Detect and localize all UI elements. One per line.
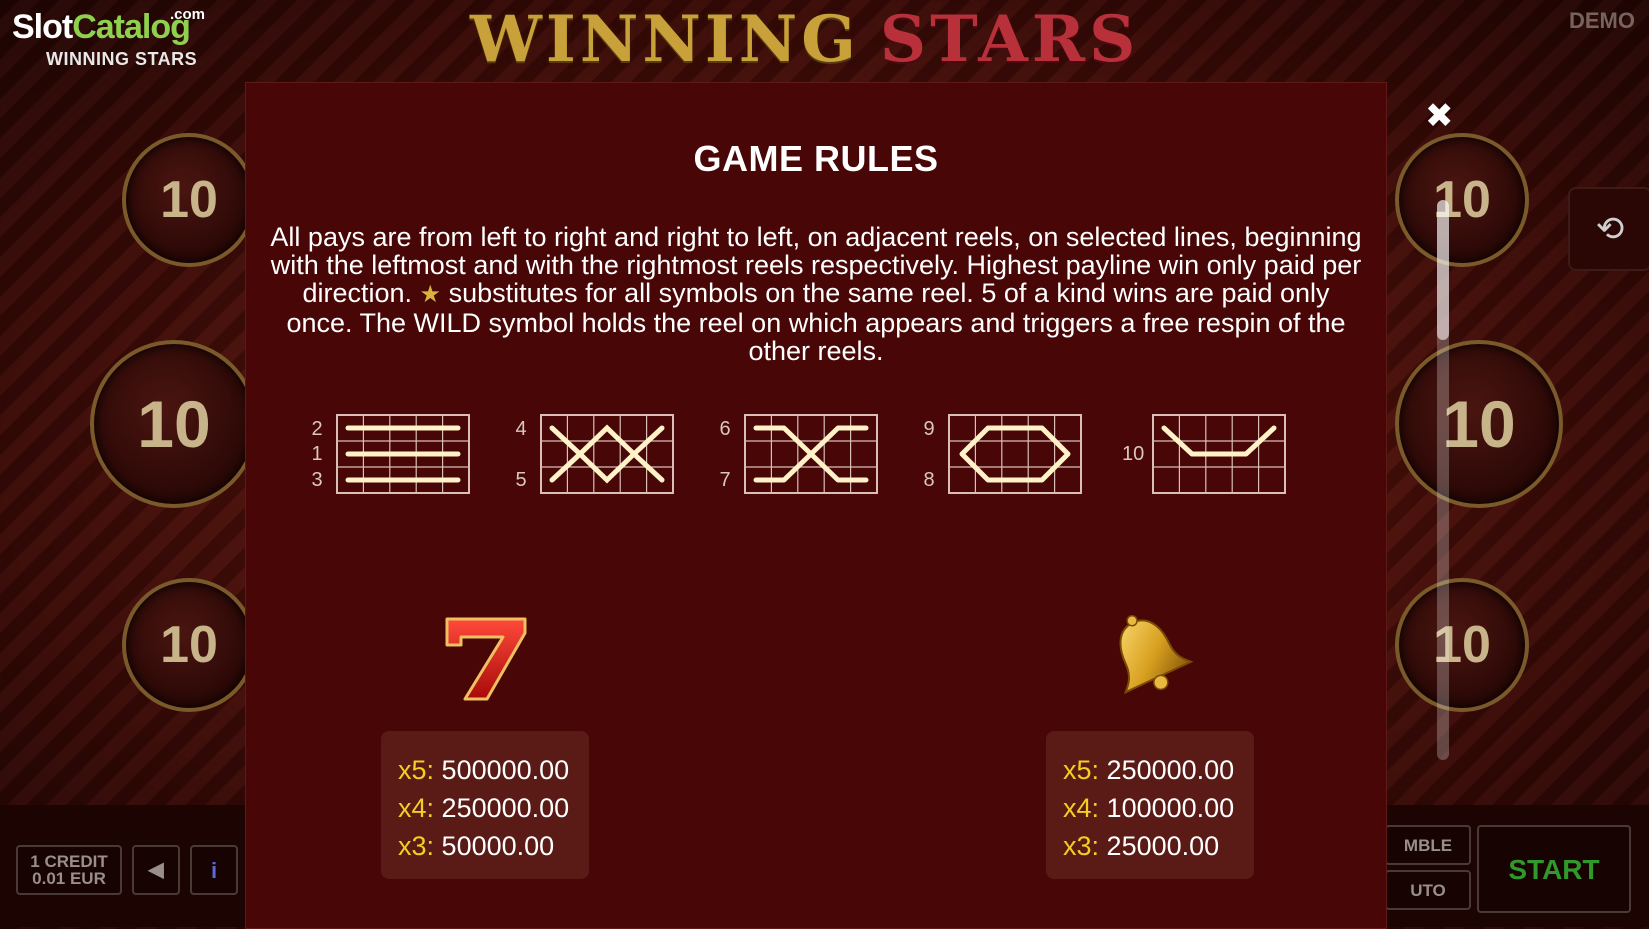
payline-numbers: 9 8 <box>918 408 940 498</box>
payline-number: 2 <box>311 418 323 440</box>
rules-text-part2: substitutes for all symbols on the same … <box>286 278 1346 366</box>
payline-number: 10 <box>1122 443 1145 465</box>
history-button[interactable]: ⟲ <box>1568 187 1649 271</box>
payline-grid-5 <box>1152 414 1286 494</box>
payout-value: 100000.00 <box>1106 793 1235 823</box>
payline-grid-4 <box>948 414 1082 494</box>
info-icon: i <box>210 857 218 883</box>
close-button[interactable]: ✖ <box>1425 96 1454 136</box>
payline-number: 8 <box>923 469 935 491</box>
bet-coin-left-top[interactable]: 10 <box>122 133 256 267</box>
payout-row: x4: 250000.00 <box>398 793 569 824</box>
history-icon: ⟲ <box>1595 209 1625 249</box>
payline-group-4: 9 8 <box>918 408 1128 498</box>
bet-coin-right-bottom[interactable]: 10 <box>1395 578 1529 712</box>
seven-icon <box>441 613 531 703</box>
speaker-icon: ◀ <box>148 858 164 881</box>
sound-button[interactable]: ◀ <box>132 845 180 895</box>
modal-title: GAME RULES <box>693 138 939 179</box>
payline-number: 6 <box>719 418 731 440</box>
bet-coin-right-top[interactable]: 10 <box>1395 133 1529 267</box>
game-rules-modal: GAME RULES All pays are from left to rig… <box>245 82 1387 929</box>
payout-value: 25000.00 <box>1106 831 1220 861</box>
payline-grid-2 <box>540 414 674 494</box>
bet-coin-left-bottom[interactable]: 10 <box>122 578 256 712</box>
payline-numbers: 10 <box>1122 408 1144 498</box>
payline-number: 3 <box>311 469 323 491</box>
payline-numbers: 4 5 <box>510 408 532 498</box>
payline-number: 5 <box>515 469 527 491</box>
payline-numbers: 2 1 3 <box>306 408 328 498</box>
payout-multiplier: x3: <box>398 831 435 861</box>
wild-star-icon: ★ <box>419 281 442 308</box>
payout-row: x5: 250000.00 <box>1063 755 1234 786</box>
credit-line2: 0.01 EUR <box>32 869 106 888</box>
start-button[interactable]: START <box>1477 825 1631 913</box>
game-title-banner: WINNING STARS <box>470 2 1139 77</box>
payline-group-5: 10 <box>1122 408 1332 498</box>
auto-button[interactable]: UTO <box>1385 870 1471 910</box>
top-bar: SlotCatalog .com WINNING STARS WINNING ST… <box>0 0 1649 82</box>
payout-multiplier: x5: <box>1063 755 1100 785</box>
scrollbar-thumb[interactable] <box>1437 200 1449 340</box>
demo-badge: DEMO <box>1569 8 1635 33</box>
payline-number: 7 <box>719 469 731 491</box>
bell-icon <box>1101 609 1197 705</box>
game-title-word2: STARS <box>879 2 1140 77</box>
payline-group-2: 4 5 <box>510 408 720 498</box>
bottom-left-controls: 1 CREDIT 0.01 EUR ◀ i <box>0 805 245 927</box>
payout-row: x3: 50000.00 <box>398 831 554 862</box>
payline-group-1: 2 1 3 <box>306 408 516 498</box>
payout-multiplier: x4: <box>1063 793 1100 823</box>
logo-brand-part1: Slot <box>12 8 73 46</box>
payout-value: 500000.00 <box>441 755 570 785</box>
payout-row: x3: 25000.00 <box>1063 831 1219 862</box>
close-icon: ✖ <box>1425 96 1454 136</box>
game-title-word1: WINNING <box>470 2 860 77</box>
logo-game-name: WINNING STARS <box>46 49 198 69</box>
payout-row: x4: 100000.00 <box>1063 793 1234 824</box>
bet-coin-right-middle[interactable]: 10 <box>1395 340 1563 508</box>
payout-value: 250000.00 <box>1106 755 1235 785</box>
paylines-diagram: 2 1 3 4 5 6 7 9 8 10 <box>306 408 1346 498</box>
gamble-button[interactable]: MBLE <box>1385 825 1471 865</box>
payline-grid-1 <box>336 414 470 494</box>
payout-multiplier: x3: <box>1063 831 1100 861</box>
payline-grid-3 <box>744 414 878 494</box>
payline-numbers: 6 7 <box>714 408 736 498</box>
payout-multiplier: x5: <box>398 755 435 785</box>
payline-group-3: 6 7 <box>714 408 924 498</box>
logo-brand-suffix: .com <box>170 6 206 23</box>
payout-value: 250000.00 <box>441 793 570 823</box>
payline-number: 4 <box>515 418 527 440</box>
credit-display-button[interactable]: 1 CREDIT 0.01 EUR <box>16 845 122 895</box>
site-logo: SlotCatalog .com WINNING STARS <box>12 6 205 70</box>
info-button[interactable]: i <box>190 845 238 895</box>
payline-number: 9 <box>923 418 935 440</box>
paytable-seven: x5: 500000.00 x4: 250000.00 x3: 50000.00 <box>381 731 589 879</box>
payout-multiplier: x4: <box>398 793 435 823</box>
payout-row: x5: 500000.00 <box>398 755 569 786</box>
payline-number: 1 <box>311 443 323 465</box>
modal-scrollbar[interactable] <box>1437 200 1449 760</box>
payout-value: 50000.00 <box>441 831 555 861</box>
rules-paragraph: All pays are from left to right and righ… <box>266 223 1366 365</box>
paytable-bell: x5: 250000.00 x4: 100000.00 x3: 25000.00 <box>1046 731 1254 879</box>
bottom-right-controls: MBLE UTO START <box>1385 805 1649 927</box>
bet-coin-left-middle[interactable]: 10 <box>90 340 258 508</box>
